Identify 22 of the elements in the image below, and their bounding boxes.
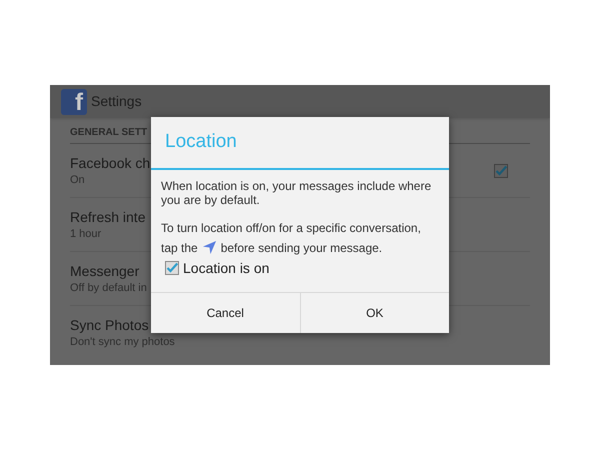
hint-text: tap the — [161, 240, 198, 254]
ok-button[interactable]: OK — [300, 293, 449, 333]
setting-summary: Off by default in — [70, 280, 147, 296]
setting-title: Refresh inte — [70, 208, 146, 226]
setting-summary: On — [70, 172, 85, 188]
setting-title: Sync Photos — [70, 316, 149, 335]
hint-text: before sending your message. — [220, 240, 382, 254]
setting-summary: 1 hour — [70, 226, 102, 242]
dialog-title: Location — [165, 130, 237, 154]
cancel-button[interactable]: Cancel — [151, 293, 300, 333]
setting-title: Messenger — [70, 262, 140, 280]
setting-summary: Don't sync my photos — [70, 335, 175, 350]
screen-title: Settings — [91, 92, 142, 111]
hint-text: To turn location off/on for a specific conversation, — [161, 221, 421, 235]
section-header: GENERAL SETT — [70, 126, 148, 140]
setting-title: Facebook ch — [70, 154, 150, 172]
checkbox[interactable] — [165, 261, 179, 275]
checkbox-label: Location is on — [183, 261, 270, 275]
app-logo[interactable]: f — [61, 88, 87, 114]
checkbox[interactable] — [494, 164, 508, 178]
navigation-arrow-icon — [202, 240, 217, 255]
dialog-message: When location is on, your messages include where you are by default. — [161, 179, 432, 207]
